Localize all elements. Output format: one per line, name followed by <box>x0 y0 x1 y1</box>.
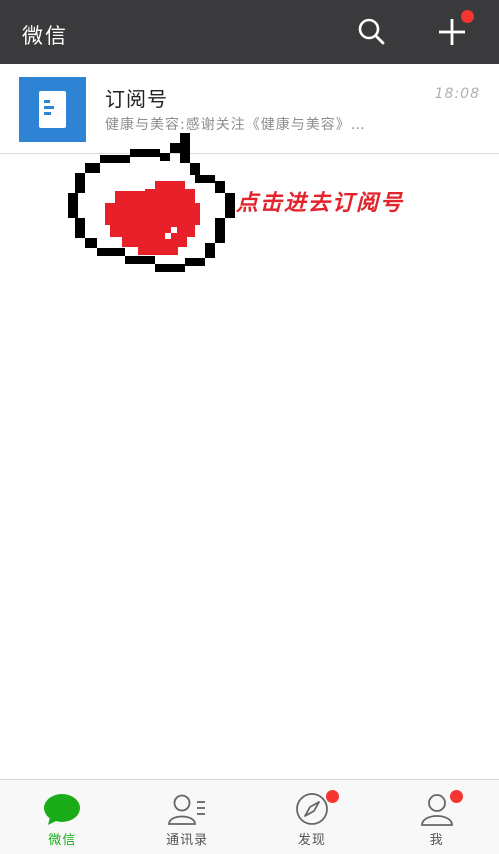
tab-discover[interactable]: 发现 <box>250 780 375 854</box>
top-bar: 微信 <box>0 0 499 64</box>
tab-label-me: 我 <box>429 833 444 848</box>
search-button[interactable] <box>352 12 392 52</box>
chat-item-time: 18:08 <box>434 86 480 102</box>
add-button[interactable] <box>432 10 474 52</box>
me-badge-dot <box>450 790 464 803</box>
tab-me[interactable]: 我 <box>374 780 499 854</box>
tab-chats[interactable]: 微信 <box>0 780 125 854</box>
search-icon <box>358 18 385 45</box>
tab-label-discover: 发现 <box>297 833 326 848</box>
tab-label-chats: 微信 <box>48 833 77 848</box>
bottom-tab-bar: 微信 通讯录 发现 我 <box>0 779 499 854</box>
add-badge-dot <box>461 10 474 23</box>
annotation-text: 点击进去订阅号 <box>236 190 405 216</box>
tab-label-contacts: 通讯录 <box>166 833 209 848</box>
chat-bubble-icon <box>44 794 81 825</box>
chat-item-title: 订阅号 <box>105 87 168 111</box>
tab-contacts[interactable]: 通讯录 <box>125 780 250 854</box>
app-title: 微信 <box>22 24 68 48</box>
discover-badge-dot <box>325 790 339 803</box>
heart-speech-bubble-icon <box>68 133 235 272</box>
chat-item-preview: 健康与美容:感谢关注《健康与美容》… <box>105 117 366 133</box>
contacts-icon <box>168 794 206 825</box>
